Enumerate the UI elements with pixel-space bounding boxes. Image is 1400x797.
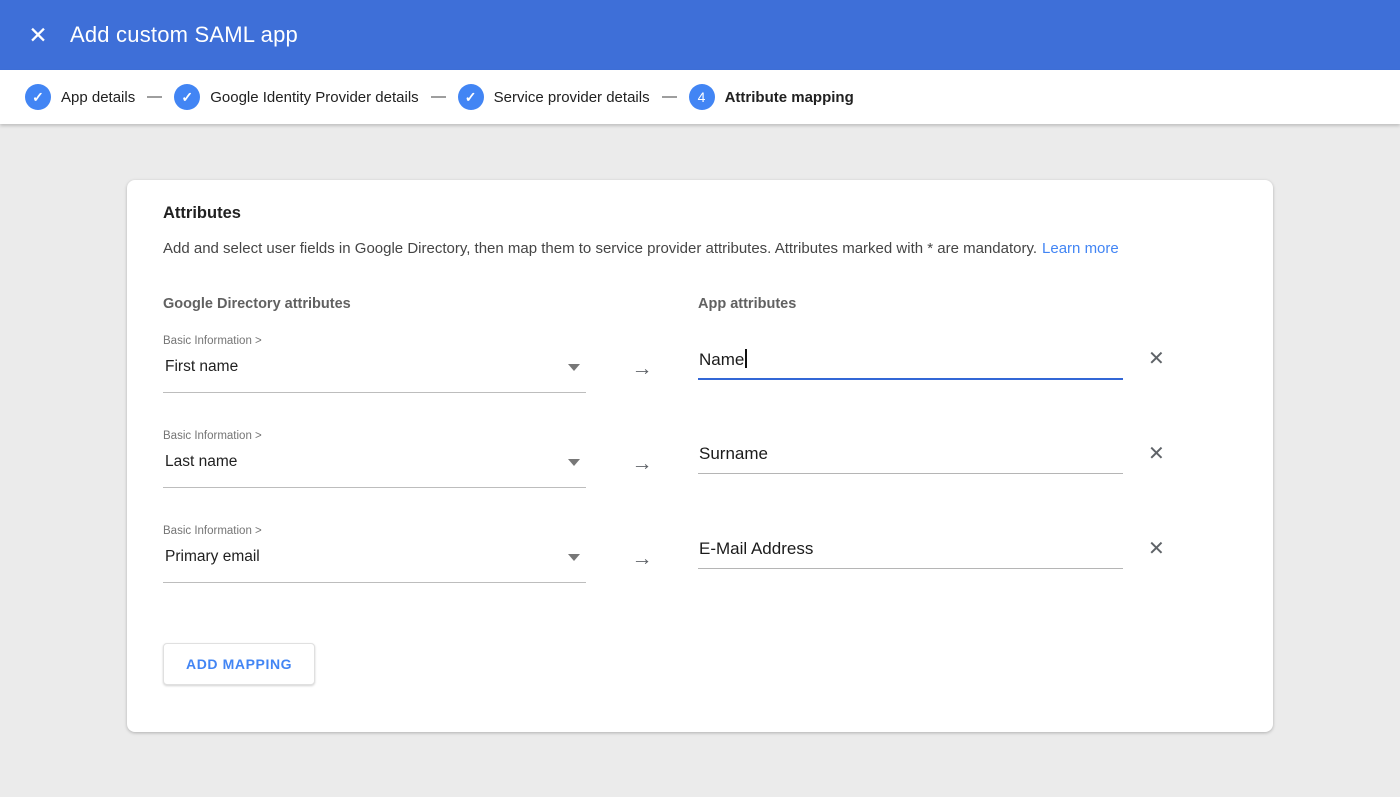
app-attributes-column-header: App attributes — [698, 296, 797, 312]
step-label: App details — [61, 88, 136, 106]
check-icon: ✓ — [32, 89, 44, 105]
attribute-category-label: Basic Information > — [163, 525, 262, 537]
directory-attribute-select[interactable]: Basic Information > Primary email — [163, 524, 586, 583]
stepper: ✓ App details ✓ Google Identity Provider… — [0, 70, 1400, 124]
app-attribute-value: E-Mail Address — [699, 539, 814, 558]
step-label: Attribute mapping — [724, 88, 854, 106]
add-mapping-button[interactable]: ADD MAPPING — [163, 643, 316, 685]
dropdown-arrow-icon — [568, 458, 580, 466]
attribute-category-label: Basic Information > — [163, 335, 262, 347]
attribute-category-label: Basic Information > — [163, 430, 262, 442]
section-description: Add and select user fields in Google Dir… — [163, 240, 1237, 257]
step-label: Service provider details — [493, 88, 650, 106]
step-separator — [147, 96, 163, 98]
attributes-card: Attributes Add and select user fields in… — [127, 180, 1273, 732]
app-attribute-input[interactable]: E-Mail Address — [698, 539, 1123, 569]
directory-attribute-select[interactable]: Basic Information > Last name — [163, 429, 586, 488]
mapping-row: Basic Information > Last name → Surname … — [163, 429, 1237, 488]
delete-mapping-button[interactable]: ✕ — [1148, 538, 1165, 560]
stepper-step-service-provider-details[interactable]: ✓ Service provider details — [457, 84, 650, 110]
step-complete-icon: ✓ — [174, 84, 201, 110]
app-attribute-value: Name — [699, 350, 745, 369]
dropdown-arrow-icon — [568, 363, 580, 371]
arrow-right-icon: → — [631, 357, 653, 380]
dialog-header: ✕ Add custom SAML app — [0, 0, 1400, 70]
directory-attribute-value: First name — [165, 358, 239, 375]
page-title: Add custom SAML app — [70, 22, 298, 47]
step-number-badge: 4 — [688, 84, 715, 110]
check-icon: ✓ — [464, 89, 477, 105]
mapping-row: Basic Information > Primary email → E-Ma… — [163, 524, 1237, 583]
app-attribute-input[interactable]: Surname — [698, 444, 1123, 474]
check-icon: ✓ — [181, 89, 194, 105]
stepper-step-attribute-mapping[interactable]: 4 Attribute mapping — [688, 84, 854, 110]
stepper-step-google-idp-details[interactable]: ✓ Google Identity Provider details — [174, 84, 419, 110]
description-text: Add and select user fields in Google Dir… — [163, 240, 1038, 257]
learn-more-link[interactable]: Learn more — [1042, 240, 1119, 257]
stepper-step-app-details[interactable]: ✓ App details — [25, 84, 135, 110]
dropdown-arrow-icon — [568, 553, 580, 561]
delete-mapping-button[interactable]: ✕ — [1148, 443, 1165, 465]
step-label: Google Identity Provider details — [210, 88, 419, 106]
directory-attribute-select[interactable]: Basic Information > First name — [163, 334, 586, 393]
app-attribute-value: Surname — [699, 444, 768, 463]
step-complete-icon: ✓ — [457, 84, 484, 110]
mapping-row: Basic Information > First name → Name ✕ — [163, 334, 1237, 393]
text-cursor — [745, 349, 748, 368]
directory-attribute-value: Last name — [165, 453, 238, 470]
close-button[interactable]: ✕ — [18, 15, 58, 55]
delete-mapping-button[interactable]: ✕ — [1148, 348, 1165, 370]
column-headers: Google Directory attributes App attribut… — [163, 296, 1237, 312]
app-attribute-input[interactable]: Name — [698, 349, 1123, 380]
step-number: 4 — [697, 89, 706, 105]
step-separator — [661, 96, 677, 98]
main-area: Attributes Add and select user fields in… — [0, 180, 1400, 797]
close-icon: ✕ — [28, 21, 48, 48]
section-title: Attributes — [163, 204, 241, 222]
mapping-rows: Basic Information > First name → Name ✕ — [163, 334, 1237, 583]
directory-attribute-value: Primary email — [165, 548, 260, 565]
arrow-right-icon: → — [631, 452, 653, 475]
step-separator — [430, 96, 446, 98]
directory-attributes-column-header: Google Directory attributes — [163, 296, 351, 312]
arrow-right-icon: → — [631, 547, 653, 570]
step-complete-icon: ✓ — [25, 84, 51, 110]
